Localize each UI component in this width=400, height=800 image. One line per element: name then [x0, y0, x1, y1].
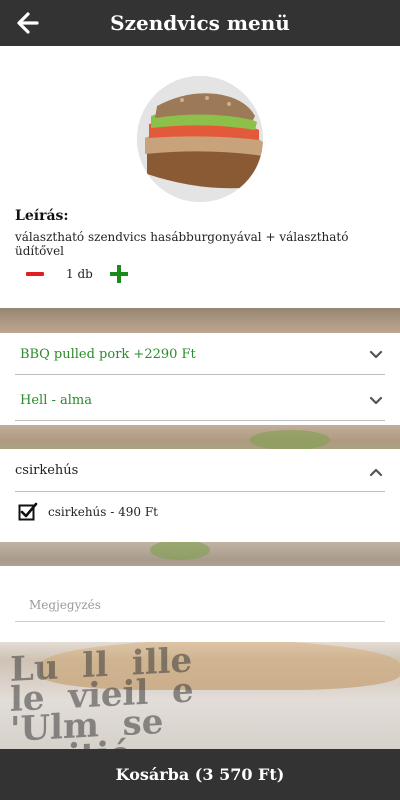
description-label: Leírás: — [15, 208, 69, 224]
sandwich-select[interactable]: BBQ pulled pork +2290 Ft — [15, 335, 385, 375]
add-to-cart-button[interactable]: Kosárba (3 570 Ft) — [0, 749, 400, 800]
arrow-left-icon — [17, 12, 39, 34]
app-header: Szendvics menü — [0, 0, 400, 46]
background-lettuce — [150, 540, 210, 560]
drink-select-value: Hell - alma — [20, 393, 92, 408]
extras-accordion-title: csirkehús — [15, 462, 79, 478]
minus-icon — [26, 272, 44, 276]
checkbox-checked-icon[interactable] — [18, 502, 38, 522]
decrease-quantity-button[interactable] — [24, 263, 46, 285]
options-panel: BBQ pulled pork +2290 Ft Hell - alma — [0, 333, 400, 425]
chevron-down-icon — [369, 350, 383, 359]
extra-option-item[interactable]: csirkehús - 490 Ft — [18, 501, 318, 523]
drink-select[interactable]: Hell - alma — [15, 381, 385, 421]
chevron-down-icon — [369, 396, 383, 405]
sandwich-picture — [137, 76, 263, 202]
sandwich-select-value: BBQ pulled pork +2290 Ft — [20, 347, 196, 362]
extra-option-label: csirkehús - 490 Ft — [48, 505, 158, 519]
page-title: Szendvics menü — [110, 11, 290, 35]
extras-panel: csirkehús csirkehús - 490 Ft — [0, 449, 400, 542]
chevron-up-icon — [369, 468, 383, 477]
quantity-value: 1 db — [66, 267, 93, 281]
quantity-stepper: 1 db — [24, 263, 154, 285]
background-lettuce — [250, 430, 330, 450]
note-input[interactable] — [15, 588, 385, 622]
note-panel — [0, 566, 400, 642]
extras-accordion-header[interactable]: csirkehús — [15, 449, 385, 492]
increase-quantity-button[interactable] — [108, 263, 130, 285]
description-text: választható szendvics hasábburgonyával +… — [15, 230, 349, 258]
add-to-cart-label: Kosárba (3 570 Ft) — [115, 765, 285, 784]
product-panel: Leírás: választható szendvics hasábburgo… — [0, 46, 400, 308]
background-newspaper: Lu ll ille le vieil e 'Ulm se emitié. — [10, 640, 194, 761]
back-button[interactable] — [14, 9, 42, 37]
product-image — [137, 76, 263, 202]
